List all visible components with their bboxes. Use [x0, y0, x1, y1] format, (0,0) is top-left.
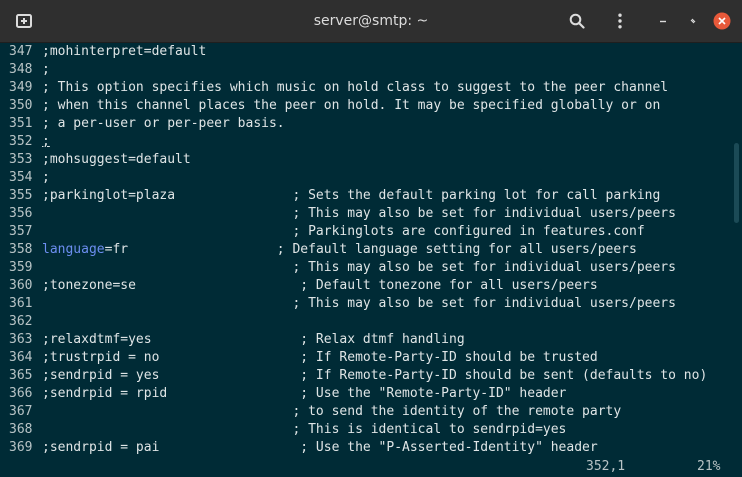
line-number: 348	[9, 62, 33, 77]
line-number: 354	[9, 170, 33, 185]
line-number: 364	[9, 350, 33, 365]
line-number: 360	[9, 278, 33, 293]
restore-button[interactable]	[684, 12, 702, 30]
line-number: 359	[9, 260, 33, 275]
title-bar: server@smtp: ~	[0, 0, 742, 43]
window-title: server@smtp: ~	[313, 13, 429, 29]
editor-line: 363 ;relaxdtmf=yes ; Relax dtmf handling	[0, 331, 730, 349]
editor-line: 351 ; a per-user or per-peer basis.	[0, 115, 730, 133]
line-text: ;mohsuggest=default	[42, 152, 191, 167]
line-number: 350	[9, 98, 33, 113]
line-number: 351	[9, 116, 33, 131]
editor-line: 354;	[0, 169, 730, 187]
editor-line: 360 ;tonezone=se ; Default tonezone for a…	[0, 277, 730, 295]
line-text: ;	[42, 170, 50, 185]
restore-icon	[690, 18, 696, 24]
editor-line: 364 ;trustrpid = no ; If Remote-Party-ID …	[0, 349, 730, 367]
line-number: 349	[9, 80, 33, 95]
menu-button[interactable]	[610, 11, 630, 31]
line-text: ;trustrpid = no ; If Remote-Party-ID sho…	[42, 350, 598, 365]
line-number: 356	[9, 206, 33, 221]
editor-line: 368 ; This is identical to sendrpid=yes	[0, 421, 730, 439]
line-number: 352	[9, 134, 33, 149]
line-number: 355	[9, 188, 33, 203]
line-text: ;	[42, 134, 50, 149]
editor-line: 358 language=fr ; Default language settin…	[0, 241, 730, 259]
editor-line: 356 ; This may also be set for individua…	[0, 205, 730, 223]
line-text-rest: =fr ; Default language setting for all u…	[104, 242, 637, 257]
close-button[interactable]	[713, 12, 731, 30]
editor-line: 349 ; This option specifies which music o…	[0, 79, 730, 97]
editor-lines: 347 ;mohinterpret=default 348; 349; This op…	[0, 43, 730, 457]
editor-line: 350 ; when this channel places the peer o…	[0, 97, 730, 115]
editor-line: 366 ;sendrpid = rpid ; Use the "Remote-Pa…	[0, 385, 730, 403]
line-text: ; This option specifies which music on h…	[42, 80, 669, 95]
line-number: 361	[9, 296, 33, 311]
scroll-percent: 21%	[697, 459, 721, 474]
close-icon	[713, 12, 731, 30]
line-number: 365	[9, 368, 33, 383]
search-button[interactable]	[567, 11, 587, 31]
line-number: 357	[9, 224, 33, 239]
line-text: ;relaxdtmf=yes ; Relax dtmf handling	[42, 332, 465, 347]
editor-line: 359 ; This may also be set for individua…	[0, 259, 730, 277]
search-icon	[569, 13, 585, 29]
cursor-position: 352,1	[586, 459, 626, 474]
line-keyword: language	[42, 242, 105, 257]
kebab-menu-icon	[618, 13, 622, 29]
editor-line: 365 ;sendrpid = yes ; If Remote-Party-ID …	[0, 367, 730, 385]
line-number: 362	[9, 314, 33, 329]
line-text: ; This may also be set for individual us…	[42, 206, 676, 221]
editor-status-line: 352,1 21%	[0, 457, 730, 477]
editor-line: 357 ; Parkinglots are configured in feat…	[0, 223, 730, 241]
editor-line: 369 ;sendrpid = pai ; Use the "P-Asserted…	[0, 439, 730, 457]
line-text: ;parkinglot=plaza ; Sets the default par…	[42, 188, 661, 203]
line-text: ;sendrpid = yes ; If Remote-Party-ID sho…	[42, 368, 708, 383]
editor-line: 353 ;mohsuggest=default	[0, 151, 730, 169]
editor-line: 347 ;mohinterpret=default	[0, 43, 730, 61]
line-number: 367	[9, 404, 33, 419]
line-text: ;tonezone=se ; Default tonezone for all …	[42, 278, 598, 293]
terminal-content[interactable]: 347 ;mohinterpret=default 348; 349; This op…	[0, 43, 730, 477]
editor-line: 362	[0, 313, 730, 331]
line-number: 347	[9, 44, 33, 59]
terminal-window: server@smtp: ~ 347 ;mohinterpret=default…	[0, 0, 742, 477]
line-text: ; a per-user or per-peer basis.	[42, 116, 285, 131]
line-number: 366	[9, 386, 33, 401]
minimize-icon	[660, 20, 666, 23]
line-number: 358	[9, 242, 33, 257]
editor-line: 361 ; This may also be set for individua…	[0, 295, 730, 313]
line-text: ; This is identical to sendrpid=yes	[42, 422, 567, 437]
line-number: 368	[9, 422, 33, 437]
line-text: ;sendrpid = pai ; Use the "P-Asserted-Id…	[42, 440, 598, 455]
minimize-button[interactable]	[654, 12, 672, 30]
line-number: 353	[9, 152, 33, 167]
scrollbar[interactable]	[730, 43, 742, 477]
line-text: ; to send the identity of the remote par…	[42, 404, 622, 419]
editor-line: 355 ;parkinglot=plaza ; Sets the default …	[0, 187, 730, 205]
line-text: ;sendrpid = rpid ; Use the "Remote-Party…	[42, 386, 567, 401]
line-number: 363	[9, 332, 33, 347]
line-text: ; Parkinglots are configured in features…	[42, 224, 645, 239]
line-text: ;mohinterpret=default	[42, 44, 207, 59]
line-text: ; This may also be set for individual us…	[42, 260, 676, 275]
scrollbar-thumb[interactable]	[734, 143, 739, 223]
editor-line: 352;	[0, 133, 730, 151]
editor-line: 367 ; to send the identity of the remote…	[0, 403, 730, 421]
line-text: ; This may also be set for individual us…	[42, 296, 676, 311]
editor-line: 348;	[0, 61, 730, 79]
line-text: ;	[42, 62, 50, 77]
line-text: ; when this channel places the peer on h…	[42, 98, 661, 113]
line-number: 369	[9, 440, 33, 455]
